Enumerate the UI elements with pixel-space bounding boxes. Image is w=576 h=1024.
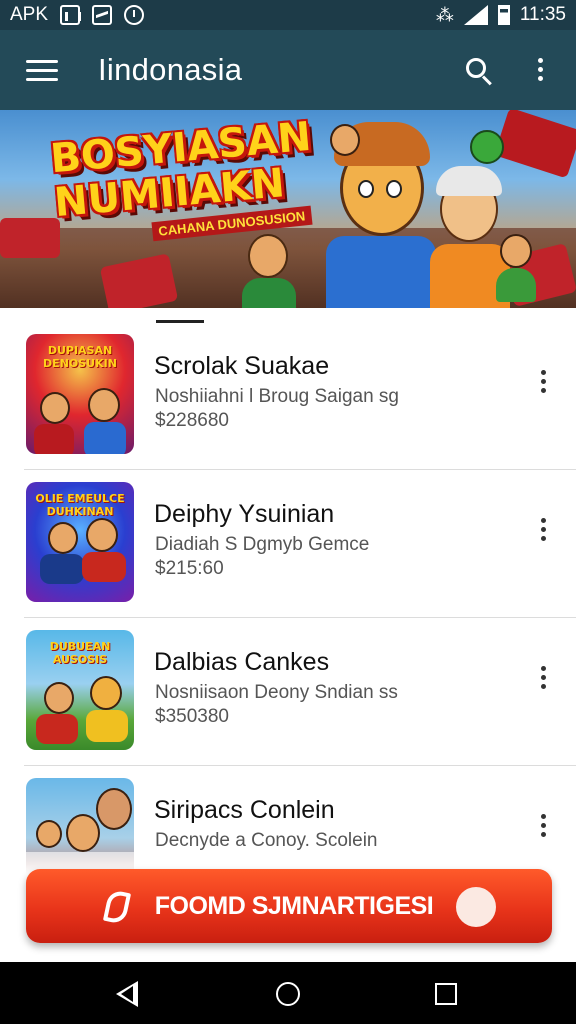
item-title: Siripacs Conlein <box>154 796 335 824</box>
status-time: 11:35 <box>519 4 566 25</box>
graph-icon <box>92 5 113 25</box>
vibrate-icon: ⁂ <box>435 4 454 25</box>
game-thumbnail: DUBUEAN AUSOSIS <box>26 630 134 750</box>
banner-decoration <box>494 110 576 179</box>
item-subtitle: Noshiiahni l Broug Saigan sg <box>155 386 399 407</box>
recents-icon[interactable] <box>435 983 457 1005</box>
game-list: DUPIASAN DENOSUKIN Scrolak Suakae Noshii… <box>0 322 576 914</box>
app-bar: Iindonasia <box>0 30 576 110</box>
signal-icon <box>463 5 488 25</box>
item-title: Scrolak Suakae <box>154 352 330 380</box>
item-overflow-icon[interactable] <box>538 812 550 840</box>
overflow-icon[interactable] <box>532 54 548 86</box>
apk-label: APK <box>10 4 49 25</box>
promo-banner[interactable]: BOSYIASAN NUMIIAKN CAHANA DUNOSUSION <box>0 110 576 308</box>
brand-icon <box>102 889 132 925</box>
list-item[interactable]: OLIE EMEULCE DUHKINAN Deiphy Ysuinian Di… <box>24 470 576 618</box>
item-overflow-icon[interactable] <box>538 368 550 396</box>
thumbnail-title: OLIE EMEULCE DUHKINAN <box>35 492 125 518</box>
thumbnail-title: DUPIASAN DENOSUKIN <box>43 344 117 370</box>
item-subtitle: Decnyde a Conoy. Scolein <box>155 830 378 851</box>
item-title: Deiphy Ysuinian <box>154 500 335 528</box>
item-subtitle: Diadiah S Dgmyb Gemce <box>155 534 370 555</box>
item-title: Dalbias Cankes <box>154 648 330 676</box>
list-item[interactable]: DUPIASAN DENOSUKIN Scrolak Suakae Noshii… <box>24 322 576 470</box>
touch-indicator <box>456 887 496 927</box>
list-item[interactable]: DUBUEAN AUSOSIS Dalbias Cankes Nosniisao… <box>24 618 576 766</box>
chart-icon <box>60 5 82 25</box>
battery-icon <box>497 5 510 25</box>
back-icon[interactable] <box>116 981 138 1007</box>
navigation-bar <box>0 962 576 1024</box>
banner-decoration <box>0 218 60 258</box>
search-icon[interactable] <box>464 56 494 86</box>
clock-icon <box>124 5 145 25</box>
item-overflow-icon[interactable] <box>538 516 550 544</box>
primary-action-label: FOOMD SJMNARTIGESI <box>154 891 434 920</box>
item-subtitle: Nosniisaon Deony Sndian ss <box>155 682 398 703</box>
item-overflow-icon[interactable] <box>538 664 550 692</box>
app-title: Iindonasia <box>98 52 243 87</box>
primary-action-button[interactable]: FOOMD SJMNARTIGESI <box>26 869 552 943</box>
game-thumbnail: OLIE EMEULCE DUHKINAN <box>26 482 134 602</box>
thumbnail-title: DUBUEAN AUSOSIS <box>49 640 111 666</box>
game-thumbnail: DUPIASAN DENOSUKIN <box>26 334 134 454</box>
home-icon[interactable] <box>276 982 300 1006</box>
status-bar: APK ⁂ 11:35 <box>0 0 576 30</box>
item-price: $215:60 <box>155 558 224 579</box>
item-price: $228680 <box>155 410 229 431</box>
item-price: $350380 <box>155 706 229 727</box>
menu-icon[interactable] <box>26 57 60 83</box>
